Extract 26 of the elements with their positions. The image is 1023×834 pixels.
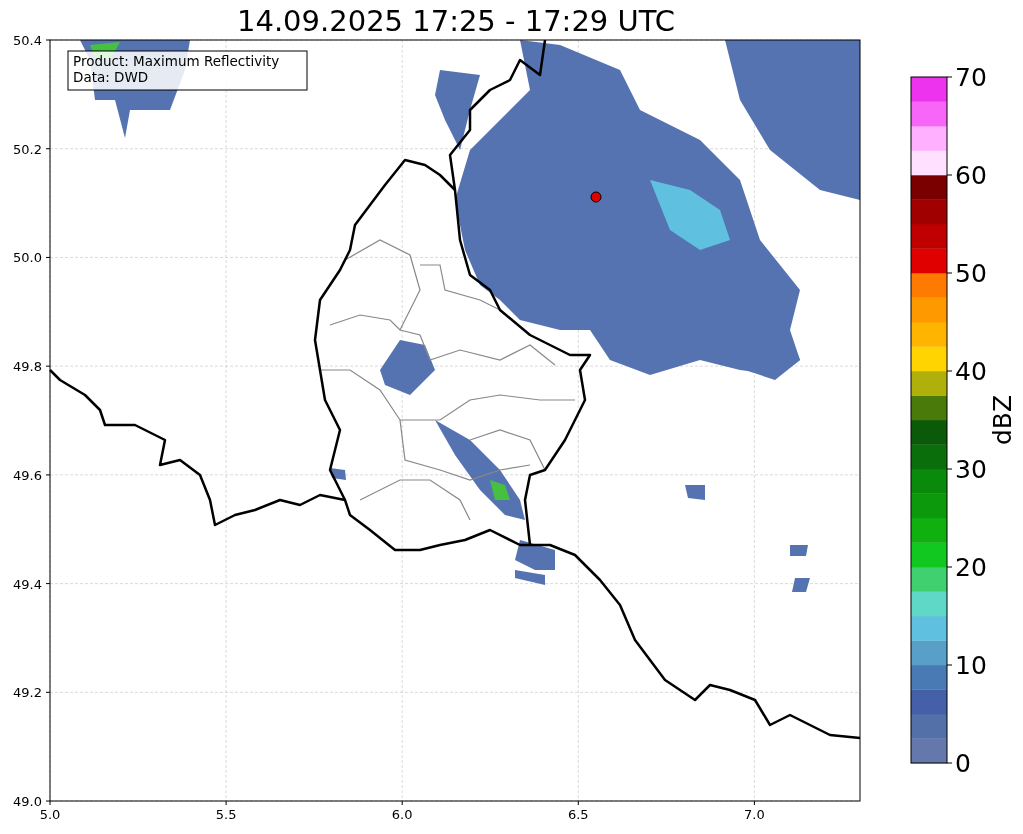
info-text: Product: Maximum Reflectivity <box>73 53 280 69</box>
colorbar-tick-label: 50 <box>955 259 987 288</box>
colorbar-label: dBZ <box>988 394 1017 446</box>
tick-label: 49.6 <box>13 467 42 483</box>
tick-label: 6.5 <box>567 807 589 822</box>
tick-label: 7.0 <box>744 807 765 822</box>
info-text: Data: DWD <box>73 69 149 85</box>
colorbar-tick-label: 0 <box>955 749 971 778</box>
colorbar-tick-label: 30 <box>955 455 987 484</box>
location-marker <box>590 191 602 203</box>
colorbar-tick-label: 60 <box>955 161 987 190</box>
tick-label: 49.0 <box>13 794 42 810</box>
tick-label: 50.0 <box>13 250 42 266</box>
tick-label: 50.2 <box>13 141 42 157</box>
chart-title: 14.09.2025 17:25 - 17:29 UTC <box>237 4 675 38</box>
tick-label: 5.0 <box>39 807 61 822</box>
colorbar-tick-label: 20 <box>955 553 987 582</box>
tick-label: 49.2 <box>13 685 42 701</box>
colorbar-tick-label: 70 <box>955 63 987 92</box>
tick-label: 50.4 <box>13 33 42 48</box>
colorbar-tick-label: 40 <box>955 357 987 386</box>
tick-label: 6.0 <box>391 807 413 822</box>
tick-label: 49.4 <box>13 576 42 592</box>
colorbar-tick-label: 10 <box>955 651 987 680</box>
tick-label: 5.5 <box>215 807 237 822</box>
tick-label: 49.8 <box>13 359 42 375</box>
